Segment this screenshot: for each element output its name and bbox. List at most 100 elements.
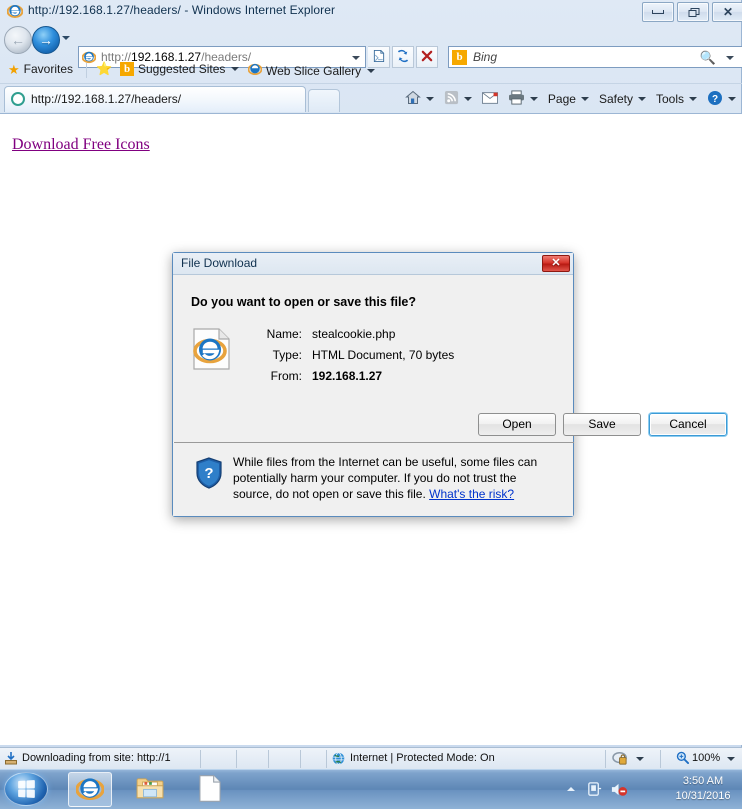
help-button[interactable]: ? [702,90,741,109]
safety-menu-button[interactable]: Safety [594,92,651,106]
favorites-bar: ★ Favorites ⭐ b Suggested Sites Web Slic… [0,58,742,84]
web-slice-icon [247,62,263,79]
open-button[interactable]: Open [478,413,556,436]
internet-explorer-icon [75,774,105,805]
ie-window: http://192.168.1.27/headers/ - Windows I… [0,0,742,809]
taskbar-item-windows-explorer[interactable] [128,772,172,807]
start-button[interactable] [4,772,48,806]
window-title: http://192.168.1.27/headers/ - Windows I… [28,3,336,17]
file-name-label: Name: [266,327,302,341]
file-from-value: 192.168.1.27 [312,369,383,383]
privacy-report-icon[interactable] [612,751,629,769]
tools-menu-button[interactable]: Tools [651,92,702,106]
close-button[interactable]: ✕ [712,2,742,22]
taskbar-item-internet-explorer[interactable] [68,772,112,807]
browser-window-frame: http://192.168.1.27/headers/ - Windows I… [0,0,742,770]
download-free-icons-link[interactable]: Download Free Icons [12,136,150,154]
tab-headers[interactable]: http://192.168.1.27/headers/ [4,86,306,112]
status-bar: Downloading from site: http://1 Internet… [0,747,742,769]
file-type-label: Type: [272,348,302,362]
file-info-rows: Name: stealcookie.php Type: HTML Documen… [256,327,455,390]
suggested-sites-button[interactable]: b Suggested Sites [120,62,240,76]
add-star-icon: ⭐ [96,61,113,76]
forward-button[interactable]: → [32,26,60,54]
read-mail-button[interactable] [477,91,503,107]
document-icon [199,774,221,805]
status-divider-5 [326,750,327,768]
taskbar-item-document[interactable] [188,772,232,807]
svg-text:?: ? [712,94,718,105]
web-slice-chevron-down-icon[interactable] [367,68,376,73]
clock[interactable]: 3:50 AM 10/31/2016 [670,774,736,804]
zoom-magnifier-icon [676,751,689,767]
file-download-dialog: File Download ✕ Do you want to open or s… [172,252,727,517]
network-icon[interactable] [586,781,603,801]
feeds-button[interactable] [439,90,477,108]
suggested-sites-chevron-down-icon[interactable] [231,67,240,71]
volume-muted-icon[interactable] [610,781,628,801]
home-chevron-down-icon[interactable] [425,97,434,101]
favorites-label: Favorites [23,62,74,76]
svg-text:?: ? [204,465,213,482]
favorites-button[interactable]: ★ Favorites [8,62,73,76]
star-icon: ★ [8,61,20,77]
window-controls: ✕ [642,2,742,22]
privacy-chevron-down-icon[interactable] [636,757,644,761]
suggested-sites-icon: b [120,62,134,76]
add-favorite-button[interactable]: ⭐ [96,62,112,75]
web-slice-gallery-button[interactable]: Web Slice Gallery [247,62,376,79]
tab-favicon-icon [11,92,25,106]
whats-the-risk-link[interactable]: What's the risk? [429,487,514,501]
print-button[interactable] [503,90,543,108]
help-icon: ? [707,90,723,109]
download-icon [5,752,17,768]
internet-explorer-icon [6,3,24,19]
zone-globe-icon [332,752,345,768]
status-divider-7 [660,750,661,768]
dialog-warning-text: While files from the Internet can be use… [233,454,558,502]
status-divider-2 [236,750,237,768]
status-divider-1 [200,750,201,768]
folder-icon [136,776,164,803]
help-chevron-down-icon[interactable] [728,97,736,101]
status-divider-6 [605,750,606,768]
status-divider-3 [268,750,269,768]
dialog-close-button[interactable]: ✕ [542,255,570,272]
restore-button[interactable] [677,2,709,22]
safety-menu-label: Safety [598,92,633,106]
web-slice-label: Web Slice Gallery [266,63,362,78]
save-button[interactable]: Save [563,413,641,436]
file-info-row: Name: stealcookie.php [256,327,454,342]
show-hidden-icons-chevron-up-icon[interactable] [567,787,575,791]
printer-icon [508,90,525,108]
page-menu-label: Page [547,92,576,106]
feeds-icon [444,90,459,108]
zoom-level-text[interactable]: 100% [692,752,720,764]
security-shield-icon: ? [195,457,223,489]
new-tab-button[interactable] [308,89,340,112]
page-menu-button[interactable]: Page [543,92,594,106]
page-chevron-down-icon[interactable] [580,97,589,101]
tools-chevron-down-icon[interactable] [689,97,697,101]
print-chevron-down-icon[interactable] [529,97,538,101]
favorites-divider [86,63,87,78]
suggested-sites-label: Suggested Sites [138,62,226,76]
title-bar: http://192.168.1.27/headers/ - Windows I… [0,0,742,22]
status-divider-4 [300,750,301,768]
cancel-button[interactable]: Cancel [649,413,727,436]
tools-menu-label: Tools [655,92,684,106]
windows-logo-icon [18,779,35,799]
tab-title: http://192.168.1.27/headers/ [31,92,182,106]
back-button[interactable]: ← [4,26,32,54]
home-button[interactable] [400,90,439,108]
dialog-question: Do you want to open or save this file? [191,295,417,309]
safety-chevron-down-icon[interactable] [637,97,646,101]
mail-icon [481,91,498,107]
minimize-button[interactable] [642,2,674,22]
file-name-value: stealcookie.php [312,327,396,341]
recent-pages-chevron-down-icon[interactable] [62,36,70,40]
status-download-text: Downloading from site: http://1 [22,752,171,764]
taskbar: 3:50 AM 10/31/2016 [0,769,742,809]
zoom-chevron-down-icon[interactable] [727,757,735,761]
feeds-chevron-down-icon[interactable] [463,97,472,101]
